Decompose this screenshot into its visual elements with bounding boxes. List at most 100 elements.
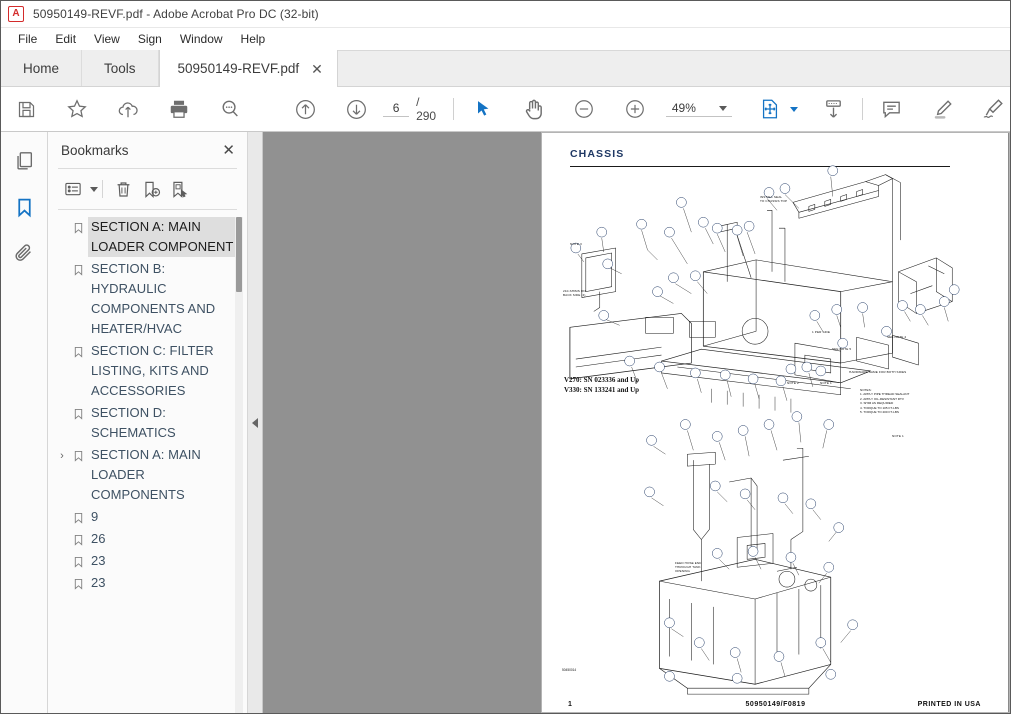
page-navigation: / 290 (383, 95, 441, 123)
bookmark-label: 23 (88, 573, 109, 593)
bookmark-icon (68, 551, 88, 569)
bookmark-item[interactable]: 23 (48, 573, 247, 593)
delete-bookmark-icon[interactable] (111, 177, 135, 201)
menu-window[interactable]: Window (171, 30, 232, 48)
chevron-right-icon[interactable]: › (56, 445, 68, 465)
attachments-icon[interactable] (7, 236, 41, 270)
acrobat-window: A 50950149-REVF.pdf - Adobe Acrobat Pro … (0, 0, 1011, 714)
close-icon[interactable]: ✕ (311, 62, 323, 76)
bookmark-item[interactable]: 26 (48, 529, 247, 549)
drawing-annotation: FEED HOSE END THROUGH TANK OPENING (675, 562, 702, 574)
menu-view[interactable]: View (85, 30, 129, 48)
bookmark-label: 26 (88, 529, 109, 549)
toolbar-divider-2 (862, 98, 863, 120)
bookmark-item[interactable]: SECTION D: SCHEMATICS (48, 403, 247, 443)
previous-page-icon[interactable] (289, 92, 322, 126)
navigation-rail (1, 132, 48, 713)
bookmarks-icon[interactable] (7, 190, 41, 224)
bookmark-twisty-spacer (56, 507, 68, 509)
acrobat-logo-icon: A (8, 6, 24, 22)
fill-and-sign-icon[interactable] (977, 92, 1010, 126)
tab-tools[interactable]: Tools (82, 50, 159, 86)
bookmark-item[interactable]: 9 (48, 507, 247, 527)
page-thumbnails-icon[interactable] (7, 144, 41, 178)
bookmark-icon (68, 529, 88, 547)
select-tool-icon[interactable] (466, 92, 499, 126)
upload-cloud-icon[interactable] (111, 92, 144, 126)
zoom-level-value: 49% (668, 101, 700, 115)
bookmarks-scrollbar[interactable] (235, 217, 243, 713)
star-icon[interactable] (61, 92, 94, 126)
search-icon[interactable] (213, 92, 246, 126)
menu-bar: File Edit View Sign Window Help (1, 28, 1010, 51)
tab-home[interactable]: Home (1, 50, 82, 86)
chevron-down-icon[interactable] (719, 106, 727, 111)
menu-sign[interactable]: Sign (129, 30, 171, 48)
new-bookmark-icon[interactable] (139, 177, 163, 201)
bookmark-icon (68, 445, 88, 463)
drawing-annotation: SEE NOTE 5 (832, 348, 851, 352)
comment-icon[interactable] (875, 92, 908, 126)
drawing-annotation: INSTALL SEAL TO CHASSIS TOP (760, 196, 787, 204)
page-right-edge (1008, 133, 1009, 712)
menu-edit[interactable]: Edit (46, 30, 85, 48)
page-total-label: / 290 (416, 95, 441, 123)
bookmark-icon (68, 341, 88, 359)
drawing-code: 50450014 (562, 668, 576, 672)
bookmark-label: SECTION B: HYDRAULIC COMPONENTS AND HEAT… (88, 259, 243, 339)
main-toolbar: / 290 49% (1, 87, 1010, 132)
bookmark-label: SECTION C: FILTER LISTING, KITS AND ACCE… (88, 341, 243, 401)
document-viewport[interactable]: CHASSIS (263, 132, 1010, 713)
drawing-annotation: 210-SHIMS ON BACK SIDE (4) (563, 290, 586, 298)
bookmarks-scrollbar-thumb[interactable] (236, 217, 242, 292)
zoom-level-selector[interactable]: 49% (666, 101, 732, 117)
bookmark-twisty-spacer (56, 573, 68, 575)
bookmark-item[interactable]: 23 (48, 551, 247, 571)
bookmark-item[interactable]: SECTION A: MAIN LOADER COMPONENT (48, 217, 247, 257)
scroll-mode-icon[interactable] (817, 92, 850, 126)
next-page-icon[interactable] (340, 92, 373, 126)
bookmark-twisty-spacer (56, 259, 68, 261)
save-icon[interactable] (10, 92, 43, 126)
zoom-in-icon[interactable] (619, 92, 652, 126)
serial-number-note: V270: SN 023336 and Up V330: SN 133241 a… (564, 376, 639, 396)
drawing-annotation: HARDWARE SAME FOR BOTH SIDES (849, 371, 906, 375)
collapse-navigation-pane-handle[interactable] (248, 132, 263, 713)
page-number-input[interactable] (383, 101, 409, 117)
zoom-out-icon[interactable] (568, 92, 601, 126)
bookmarks-list[interactable]: SECTION A: MAIN LOADER COMPONENTSECTION … (48, 210, 247, 713)
drawing-annotation: NOTE 1 (820, 382, 832, 386)
bookmark-options-icon[interactable] (61, 177, 85, 201)
page-fit-icon[interactable] (753, 92, 786, 126)
application-body: Bookmarks ✕ (1, 132, 1010, 713)
close-panel-icon[interactable]: ✕ (222, 143, 235, 158)
bookmark-item[interactable]: › SECTION A: MAIN LOADER COMPONENTS (48, 445, 247, 505)
bookmark-twisty-spacer (56, 551, 68, 553)
tab-document-label: 50950149-REVF.pdf (178, 61, 300, 76)
print-icon[interactable] (162, 92, 195, 126)
bookmarks-panel-header: Bookmarks ✕ (48, 132, 247, 168)
menu-help[interactable]: Help (232, 30, 275, 48)
bookmark-label: SECTION D: SCHEMATICS (88, 403, 243, 443)
tab-document[interactable]: 50950149-REVF.pdf ✕ (159, 50, 338, 87)
bookmark-icon (68, 259, 88, 277)
bookmark-label: 23 (88, 551, 109, 571)
bookmark-twisty-spacer (56, 403, 68, 405)
bookmark-twisty-spacer (56, 529, 68, 531)
bookmark-icon (68, 573, 88, 591)
bookmark-icon (68, 217, 88, 235)
bookmark-options-chevron-icon[interactable] (90, 187, 98, 192)
notes-block: NOTES: 1. APPLY PIPE THREAD SEALANT 2. A… (860, 388, 909, 415)
bookmark-item[interactable]: SECTION C: FILTER LISTING, KITS AND ACCE… (48, 341, 247, 401)
hand-tool-icon[interactable] (517, 92, 550, 126)
edit-bookmark-icon[interactable] (167, 177, 191, 201)
technical-drawing (542, 133, 1009, 712)
highlight-icon[interactable] (926, 92, 959, 126)
page-fit-chevron-icon[interactable] (790, 107, 798, 112)
bookmarks-panel: Bookmarks ✕ (48, 132, 248, 713)
drawing-annotation: NOTE 2 (787, 382, 799, 386)
menu-file[interactable]: File (9, 30, 46, 48)
bookmark-item[interactable]: SECTION B: HYDRAULIC COMPONENTS AND HEAT… (48, 259, 247, 339)
chevron-left-icon (252, 418, 258, 428)
bookmark-label: SECTION A: MAIN LOADER COMPONENTS (88, 445, 243, 505)
